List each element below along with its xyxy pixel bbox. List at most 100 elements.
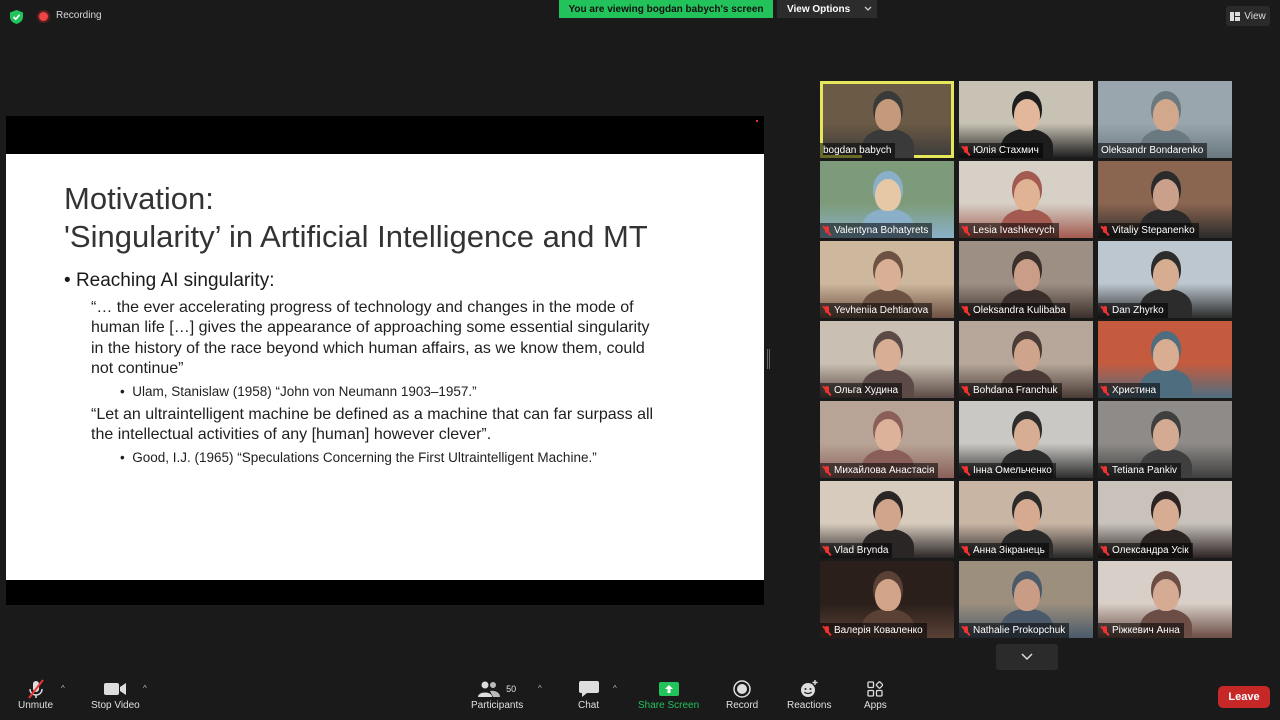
stop-video-button[interactable]: Stop Video bbox=[91, 678, 140, 711]
participant-tile[interactable]: Анна Зікранець bbox=[959, 481, 1093, 558]
microphone-muted-icon bbox=[1101, 385, 1109, 396]
recording-indicator-icon bbox=[39, 12, 48, 21]
participant-name-label: Yevheniia Dehtiarova bbox=[820, 303, 933, 318]
participant-name-label: Valentyna Bohatyrets bbox=[820, 223, 933, 238]
participant-name-label: Nathalie Prokopchuk bbox=[959, 623, 1070, 638]
video-options-caret[interactable]: ^ bbox=[143, 684, 147, 693]
participant-name-label: Інна Омельченко bbox=[959, 463, 1056, 478]
participant-name-label: Ріжкевич Анна bbox=[1098, 623, 1184, 638]
participant-name: Ріжкевич Анна bbox=[1112, 625, 1180, 636]
apps-button[interactable]: Apps bbox=[864, 678, 887, 711]
gallery-next-page-button[interactable] bbox=[996, 644, 1058, 670]
microphone-muted-icon bbox=[823, 385, 831, 396]
view-options-button[interactable]: View Options bbox=[777, 0, 877, 18]
participant-name-label: Михайлова Анастасія bbox=[820, 463, 939, 478]
participant-tile[interactable]: Олександра Усік bbox=[1098, 481, 1232, 558]
participant-tile[interactable]: Tetiana Pankiv bbox=[1098, 401, 1232, 478]
participant-name-label: Олександра Усік bbox=[1098, 543, 1193, 558]
participant-tile[interactable]: Lesia Ivashkevych bbox=[959, 161, 1093, 238]
unmute-button[interactable]: Unmute bbox=[18, 678, 53, 711]
participants-count: 50 bbox=[506, 684, 517, 694]
microphone-muted-icon bbox=[1101, 625, 1109, 636]
participant-tile[interactable]: Nathalie Prokopchuk bbox=[959, 561, 1093, 638]
participants-label: Participants bbox=[471, 700, 524, 711]
participant-tile[interactable]: bogdan babych bbox=[820, 81, 954, 158]
participant-video-face bbox=[1153, 339, 1179, 371]
presentation-slide: Motivation: 'Singularity’ in Artificial … bbox=[6, 154, 764, 580]
participant-name: Юлія Стахмич bbox=[973, 145, 1039, 156]
participant-video-face bbox=[1014, 579, 1040, 611]
reference-2-text: Good, I.J. (1965) “Speculations Concerni… bbox=[132, 450, 597, 465]
microphone-muted-icon bbox=[1101, 465, 1109, 476]
shared-screen[interactable]: Motivation: 'Singularity’ in Artificial … bbox=[6, 116, 764, 605]
participant-tile[interactable]: Vitaliy Stepanenko bbox=[1098, 161, 1232, 238]
reactions-button[interactable]: Reactions bbox=[787, 678, 831, 711]
participant-tile[interactable]: Oleksandra Kulibaba bbox=[959, 241, 1093, 318]
microphone-muted-icon bbox=[962, 305, 970, 316]
participant-name: Oleksandr Bondarenko bbox=[1101, 145, 1204, 156]
participant-tile[interactable]: Валерія Коваленко bbox=[820, 561, 954, 638]
participant-tile[interactable]: Юлія Стахмич bbox=[959, 81, 1093, 158]
participant-name-label: Ольга Худина bbox=[820, 383, 903, 398]
participant-tile[interactable]: Інна Омельченко bbox=[959, 401, 1093, 478]
participant-name-label: Vitaliy Stepanenko bbox=[1098, 223, 1199, 238]
record-icon bbox=[733, 680, 751, 698]
participant-name: Христина bbox=[1112, 385, 1157, 396]
participants-options-caret[interactable]: ^ bbox=[538, 684, 542, 693]
microphone-muted-icon bbox=[823, 225, 831, 236]
participant-video-face bbox=[875, 419, 901, 451]
chevron-down-icon bbox=[864, 6, 872, 11]
view-label: View bbox=[1244, 10, 1266, 22]
microphone-muted-icon bbox=[962, 225, 970, 236]
participant-name-label: Vlad Brynda bbox=[820, 543, 893, 558]
chat-options-caret[interactable]: ^ bbox=[613, 684, 617, 693]
participant-name: Валерія Коваленко bbox=[834, 625, 923, 636]
microphone-muted-icon bbox=[962, 625, 970, 636]
participant-name: Михайлова Анастасія bbox=[834, 465, 935, 476]
participants-button[interactable]: 50 Participants bbox=[471, 678, 523, 711]
participant-video-face bbox=[875, 499, 901, 531]
participant-name: Bohdana Franchuk bbox=[973, 385, 1058, 396]
leave-button[interactable]: Leave bbox=[1218, 686, 1270, 708]
reference-1: • Ulam, Stanislaw (1958) “John von Neuma… bbox=[120, 384, 477, 399]
participant-tile[interactable]: Oleksandr Bondarenko bbox=[1098, 81, 1232, 158]
participant-name-label: Bohdana Franchuk bbox=[959, 383, 1062, 398]
view-button[interactable]: View bbox=[1226, 6, 1270, 26]
participant-tile[interactable]: Христина bbox=[1098, 321, 1232, 398]
participant-tile[interactable]: Ольга Худина bbox=[820, 321, 954, 398]
participant-name-label: Oleksandra Kulibaba bbox=[959, 303, 1070, 318]
participant-tile[interactable]: Yevheniia Dehtiarova bbox=[820, 241, 954, 318]
video-camera-icon bbox=[104, 683, 127, 695]
chat-button[interactable]: Chat bbox=[578, 678, 599, 711]
slide-marker bbox=[756, 120, 758, 122]
record-button[interactable]: Record bbox=[726, 678, 758, 711]
audio-options-caret[interactable]: ^ bbox=[61, 684, 65, 693]
security-shield-icon[interactable] bbox=[10, 10, 23, 24]
participant-video-face bbox=[1014, 339, 1040, 371]
chat-bubble-icon bbox=[578, 681, 599, 697]
participant-name: Vitaliy Stepanenko bbox=[1112, 225, 1195, 236]
quote1-line3: in the history of the race beyond which … bbox=[91, 340, 645, 357]
participant-tile[interactable]: Михайлова Анастасія bbox=[820, 401, 954, 478]
participant-video-face bbox=[1153, 259, 1179, 291]
quote2-line2: the intellectual activities of any [huma… bbox=[91, 426, 492, 443]
panel-splitter-handle[interactable] bbox=[767, 349, 770, 369]
quote1-line1: “… the ever accelerating progress of tec… bbox=[91, 299, 634, 316]
share-screen-button[interactable]: Share Screen bbox=[638, 678, 699, 711]
participant-tile[interactable]: Vlad Brynda bbox=[820, 481, 954, 558]
quote1-line4: not continue” bbox=[91, 360, 184, 377]
participant-video-face bbox=[875, 579, 901, 611]
participant-tile[interactable]: Valentyna Bohatyrets bbox=[820, 161, 954, 238]
participant-video-face bbox=[1153, 579, 1179, 611]
apps-label: Apps bbox=[864, 700, 887, 711]
participant-tile[interactable]: Bohdana Franchuk bbox=[959, 321, 1093, 398]
slide-title-line1: Motivation: bbox=[64, 181, 214, 216]
meeting-toolbar: Unmute ^ Stop Video ^ 50 Participants ^ … bbox=[0, 672, 1280, 720]
participant-tile[interactable]: Dan Zhyrko bbox=[1098, 241, 1232, 318]
slide-title: Motivation: 'Singularity’ in Artificial … bbox=[64, 180, 648, 256]
participant-tile[interactable]: Ріжкевич Анна bbox=[1098, 561, 1232, 638]
view-options-label: View Options bbox=[787, 3, 851, 15]
reactions-label: Reactions bbox=[787, 700, 832, 711]
microphone-muted-icon bbox=[962, 385, 970, 396]
participant-name-label: Oleksandr Bondarenko bbox=[1098, 143, 1208, 158]
